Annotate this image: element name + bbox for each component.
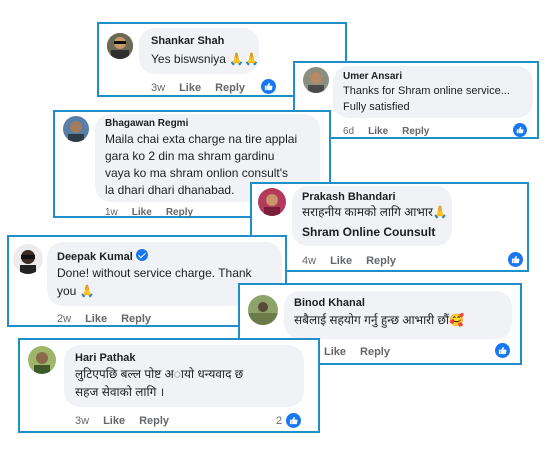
comment-timestamp: 3w — [151, 82, 166, 94]
comment-author[interactable]: Umer Ansari — [343, 71, 402, 82]
avatar[interactable] — [63, 116, 89, 142]
comment-author[interactable]: Hari Pathak — [75, 352, 136, 364]
comment-actions: 3w Like Reply — [75, 415, 183, 427]
thumbs-up-icon[interactable] — [286, 413, 301, 428]
like-button[interactable]: Like — [324, 346, 346, 358]
like-button[interactable]: Like — [368, 126, 388, 137]
comment-text: लुटिएपछि बल्ल पोष्ट अायो धन्यवाद छ — [75, 367, 244, 381]
reply-button[interactable]: Reply — [139, 415, 169, 427]
comment-timestamp: 2w — [57, 313, 72, 325]
comment-text: you 🙏 — [57, 284, 95, 298]
comment-timestamp: 4w — [302, 255, 317, 267]
comment-card-prakash-bhandari: Prakash Bhandari सराहनीय कामको लागि आभार… — [250, 182, 529, 272]
reply-button[interactable]: Reply — [166, 207, 193, 218]
thumbs-up-icon[interactable] — [495, 343, 510, 358]
like-button[interactable]: Like — [132, 207, 152, 218]
like-button[interactable]: Like — [330, 255, 352, 267]
comment-author[interactable]: Shankar Shah — [151, 35, 224, 47]
comment-timestamp: 1w — [105, 207, 118, 218]
comment-text: vaya ko ma shram onlion consult's — [105, 166, 289, 180]
avatar[interactable] — [107, 33, 133, 59]
comment-author[interactable]: Deepak Kumal — [57, 249, 148, 263]
like-button[interactable]: Like — [85, 313, 107, 325]
comment-actions: 4w Like Reply — [302, 255, 410, 267]
comment-timestamp: 6d — [343, 126, 355, 137]
reply-button[interactable]: Reply — [360, 346, 390, 358]
comment-actions: 2w Like Reply — [57, 313, 165, 325]
thumbs-up-icon[interactable] — [508, 252, 523, 267]
comment-text: सबैलाई सहयोग गर्नु हुन्छ आभारी छौं🥰 — [294, 313, 464, 327]
comment-text: gara ko 2 din ma shram gardinu — [105, 149, 275, 163]
avatar[interactable] — [13, 244, 43, 274]
comment-author[interactable]: Binod Khanal — [294, 297, 365, 309]
reaction-count[interactable]: 2 — [276, 415, 282, 427]
avatar[interactable] — [258, 188, 286, 216]
thumbs-up-icon[interactable] — [513, 123, 527, 137]
comment-text: Fully satisfied — [343, 101, 410, 113]
reply-button[interactable]: Reply — [402, 126, 429, 137]
comment-text: la dhari dhari dhanabad. — [105, 183, 235, 197]
author-name[interactable]: Deepak Kumal — [57, 251, 133, 263]
avatar[interactable] — [303, 67, 329, 93]
comment-text: Thanks for Shram online service... — [343, 85, 510, 97]
comment-author[interactable]: Prakash Bhandari — [302, 191, 396, 203]
comment-text: Maila chai exta charge na tire applai — [105, 132, 298, 146]
like-button[interactable]: Like — [103, 415, 125, 427]
like-button[interactable]: Like — [179, 82, 201, 94]
avatar[interactable] — [248, 295, 278, 325]
comment-text: Shram Online Counsult — [302, 225, 436, 239]
comment-card-hari-pathak: Hari Pathak लुटिएपछि बल्ल पोष्ट अायो धन्… — [18, 338, 320, 433]
comment-actions: Like Reply — [324, 346, 404, 358]
comment-text: सराहनीय कामको लागि आभार🙏 — [302, 205, 448, 219]
verified-badge-icon — [135, 249, 148, 261]
comment-actions: 6d Like Reply — [343, 126, 443, 137]
comment-actions: 3w Like Reply — [151, 82, 259, 94]
comment-timestamp: 3w — [75, 415, 90, 427]
comment-text: सहज सेवाको लागि । — [75, 385, 165, 399]
thumbs-up-icon[interactable] — [261, 79, 276, 94]
reply-button[interactable]: Reply — [121, 313, 151, 325]
comment-actions: 1w Like Reply — [105, 207, 207, 218]
reply-button[interactable]: Reply — [215, 82, 245, 94]
comment-author[interactable]: Bhagawan Regmi — [105, 118, 188, 129]
avatar[interactable] — [28, 346, 56, 374]
reply-button[interactable]: Reply — [366, 255, 396, 267]
comment-text: Done! without service charge. Thank — [57, 266, 252, 280]
comment-text: Yes biswsniya 🙏🙏 — [151, 52, 260, 66]
